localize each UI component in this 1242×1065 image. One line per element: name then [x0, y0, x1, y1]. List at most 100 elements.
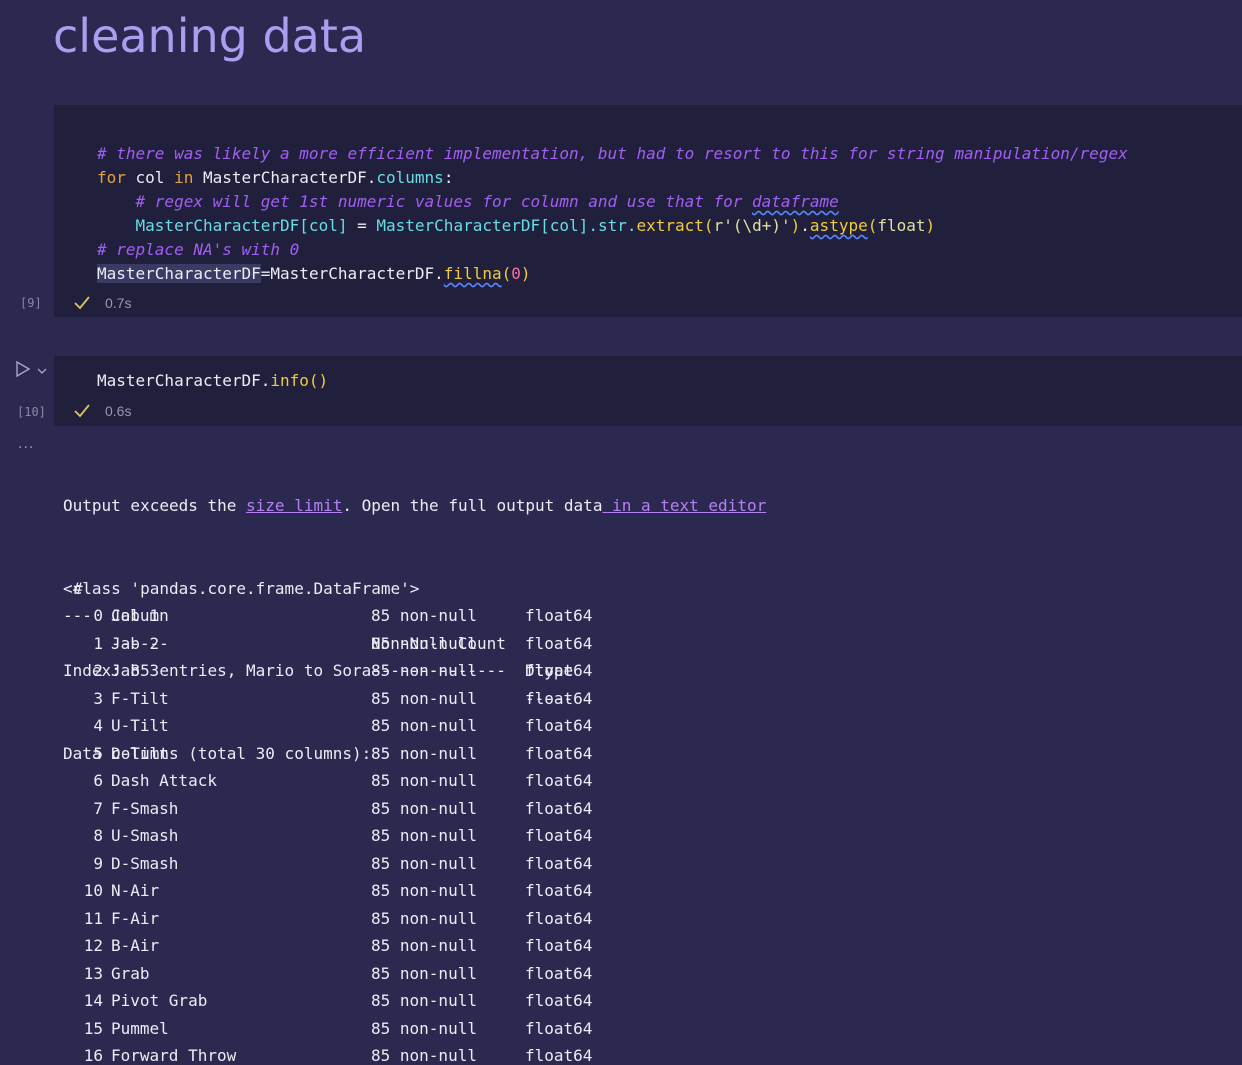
row-dtype: float64: [525, 688, 593, 708]
row-dtype: float64: [525, 1046, 593, 1065]
row-dtype: float64: [525, 826, 593, 845]
row-index: 6: [93, 771, 103, 790]
row-non-null-count: 85 non-null: [371, 661, 477, 680]
table-row: 9 D-Smash 85 non-null float64: [63, 850, 592, 878]
markdown-heading: cleaning data: [53, 9, 367, 63]
row-column-name: Pivot Grab: [111, 991, 208, 1010]
notice-text: . Open the full output data: [342, 496, 603, 515]
row-dtype: float64: [525, 881, 593, 900]
code-function: astype: [809, 216, 868, 235]
table-row: 6 Dash Attack 85 non-null float64: [63, 767, 592, 795]
success-check-icon: [73, 403, 91, 419]
row-column-name: U-Tilt: [111, 716, 169, 735]
code-token: ): [790, 216, 801, 235]
code-editor-1[interactable]: # there was likely a more efficient impl…: [97, 142, 1128, 286]
row-column-name: D-Smash: [111, 853, 179, 873]
code-token: MasterCharacterDF: [376, 216, 541, 235]
row-index: 14: [83, 991, 103, 1010]
row-column-name: Grab: [111, 963, 150, 983]
code-function: fillna: [443, 264, 502, 283]
row-non-null-count: 85 non-null: [371, 771, 477, 790]
output-more-icon[interactable]: ···: [18, 440, 34, 456]
code-function: extract: [636, 216, 704, 235]
table-row: 15 Pummel 85 non-null float64: [63, 1015, 593, 1043]
code-line-5: # replace NA's with 0: [97, 238, 1128, 262]
row-index: 11: [83, 908, 103, 928]
row-dtype: float64: [525, 633, 593, 653]
code-token: =: [260, 264, 271, 283]
table-row: 5 D-Tilt 85 non-null float64: [63, 740, 592, 768]
table-row: 13 Grab 85 non-null float64: [63, 960, 593, 988]
code-keyword: for: [97, 168, 126, 187]
row-index: 1: [93, 633, 103, 653]
row-index: 2: [93, 661, 103, 680]
row-index: 0: [93, 606, 103, 625]
open-in-text-editor-link[interactable]: in a text editor: [602, 496, 766, 515]
code-token: =: [347, 216, 377, 235]
table-row: 1 Jab 2 85 non-null float64: [63, 630, 592, 658]
row-non-null-count: 85 non-null: [371, 1018, 477, 1038]
row-index: 4: [93, 716, 103, 735]
row-dtype: float64: [525, 716, 593, 735]
code-token: col: [125, 168, 175, 187]
code-token: float: [877, 216, 926, 235]
code-keyword: in: [174, 168, 194, 187]
row-index: 12: [83, 936, 103, 955]
row-column-name: U-Smash: [111, 826, 179, 845]
row-index: 10: [83, 881, 103, 900]
table-row: 14 Pivot Grab 85 non-null float64: [63, 987, 593, 1015]
execution-duration: 0.7s: [105, 295, 132, 311]
code-token: [col]: [299, 216, 348, 235]
row-dtype: float64: [525, 661, 593, 680]
table-body: 0 Jab 1 85 non-null float64 1 Jab 2 85 non-nul…: [63, 602, 593, 1065]
code-token: (: [501, 264, 512, 283]
row-column-name: D-Tilt: [111, 743, 169, 763]
notice-text: Output exceeds the: [63, 496, 247, 515]
row-dtype: float64: [525, 936, 593, 955]
row-column-name: Jab 2: [111, 633, 160, 653]
info-table: # Column Non-Null Count Dtype --- ------…: [63, 547, 593, 1065]
code-token: ): [925, 216, 936, 235]
row-dtype: float64: [525, 853, 593, 873]
row-non-null-count: 85 non-null: [371, 853, 477, 873]
row-non-null-count: 85 non-null: [371, 743, 477, 763]
row-column-name: Pummel: [111, 1018, 169, 1038]
row-index: 5: [93, 743, 103, 763]
code-editor-2[interactable]: MasterCharacterDF.info(): [97, 369, 328, 393]
notebook-page: cleaning data # there was likely a more …: [0, 0, 1242, 1065]
code-string: (\d+): [732, 216, 781, 235]
table-row: 16 Forward Throw 85 non-null float64: [63, 1042, 593, 1065]
table-row: 4 U-Tilt 85 non-null float64: [63, 712, 592, 740]
row-non-null-count: 85 non-null: [371, 1046, 477, 1065]
row-index: 3: [93, 688, 103, 708]
code-string: r': [713, 216, 733, 235]
code-line-6: MasterCharacterDF=MasterCharacterDF.fill…: [97, 262, 1128, 286]
code-token: .: [800, 216, 810, 235]
code-number: 0: [511, 264, 521, 283]
row-non-null-count: 85 non-null: [371, 991, 477, 1010]
chevron-down-icon[interactable]: [36, 362, 48, 374]
row-index: 16: [83, 1046, 103, 1065]
code-line-3: # regex will get 1st numeric values for …: [97, 190, 1128, 214]
run-cell-icon[interactable]: [14, 360, 32, 378]
row-dtype: float64: [525, 771, 593, 790]
code-token: MasterCharacterDF: [97, 264, 261, 283]
table-row: 7 F-Smash 85 non-null float64: [63, 795, 592, 823]
row-non-null-count: 85 non-null: [371, 633, 477, 653]
table-row: 0 Jab 1 85 non-null float64: [63, 602, 592, 630]
size-limit-link[interactable]: size limit: [246, 496, 342, 515]
table-row: 3 F-Tilt 85 non-null float64: [63, 685, 592, 713]
code-token: MasterCharacterDF.: [193, 168, 377, 187]
row-non-null-count: 85 non-null: [371, 606, 477, 625]
code-function: info: [270, 371, 309, 390]
row-non-null-count: 85 non-null: [371, 716, 477, 735]
table-header-row: # Column Non-Null Count Dtype: [63, 547, 573, 681]
code-token: columns: [376, 168, 444, 187]
row-non-null-count: 85 non-null: [371, 908, 477, 928]
row-column-name: F-Tilt: [111, 688, 169, 708]
row-dtype: float64: [525, 606, 593, 625]
row-dtype: float64: [525, 1018, 593, 1038]
row-non-null-count: 85 non-null: [371, 936, 477, 955]
row-column-name: F-Smash: [111, 798, 179, 818]
